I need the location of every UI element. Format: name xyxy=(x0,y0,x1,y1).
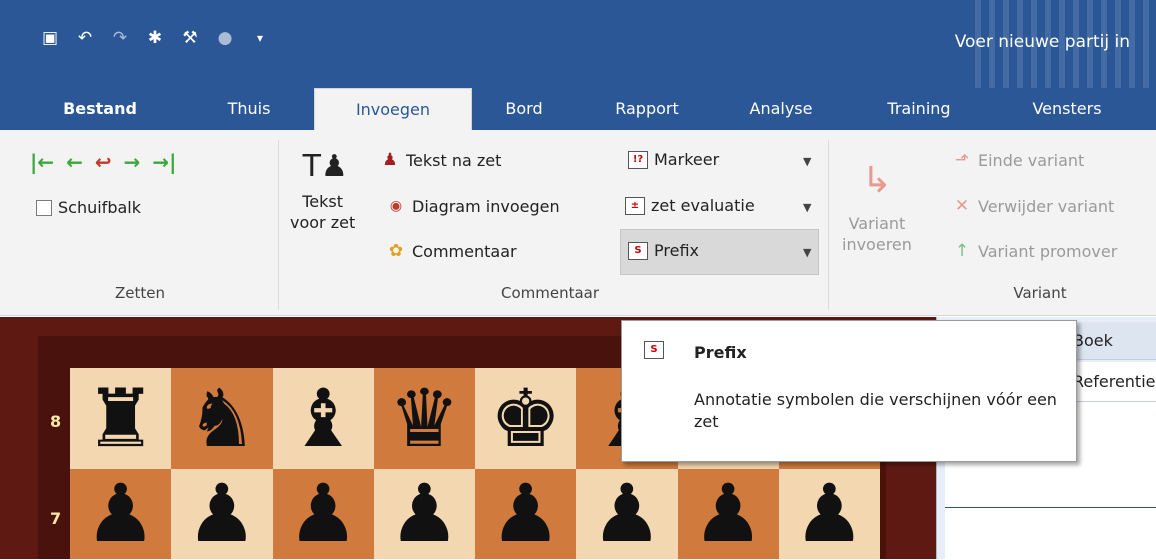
tab-bestand[interactable]: Bestand xyxy=(52,88,148,130)
pawn-text-after-icon: ♟ xyxy=(382,150,398,170)
text-after-move-label: Tekst na zet xyxy=(406,150,502,170)
prefix-tooltip: S Prefix Annotatie symbolen die verschij… xyxy=(621,320,1077,462)
prefix-dropdown-icon[interactable]: ▼ xyxy=(803,246,811,259)
comment-label: Commentaar xyxy=(412,241,517,261)
palette-icon: ✿ xyxy=(388,241,404,261)
undo-icon[interactable]: ↶ xyxy=(75,28,95,48)
move-navigation: |← ← ↩ → →| xyxy=(30,150,176,174)
prefix-icon: S xyxy=(644,341,664,359)
square-g7[interactable]: ♟ xyxy=(677,469,779,559)
prefix-icon: S xyxy=(628,241,648,260)
mark-button[interactable]: !? Markeer xyxy=(628,150,719,169)
insert-variant-button[interactable]: ↳ Variant invoeren xyxy=(842,150,912,254)
ribbon-panel: |← ← ↩ → →| Schuifbalk Zetten T♟ Tekst v… xyxy=(0,130,1156,316)
square-e7[interactable]: ♟ xyxy=(475,469,577,559)
square-b8[interactable]: ♞ xyxy=(171,368,273,469)
square-b7[interactable]: ♟ xyxy=(171,469,273,559)
comment-button[interactable]: ✿ Commentaar xyxy=(386,241,517,261)
square-c7[interactable]: ♟ xyxy=(272,469,374,559)
promote-variant-label: Variant promover xyxy=(978,241,1118,261)
group-separator xyxy=(828,140,829,310)
redo-icon[interactable]: ↷ xyxy=(110,28,130,48)
end-variant-button[interactable]: ⬏ Einde variant xyxy=(952,150,1084,170)
text-before-move-line1: Tekst xyxy=(302,192,343,211)
quick-access-toolbar: ▣ ↶ ↷ ✱ ⚒ ● ▾ xyxy=(40,28,270,48)
ribbon-tabs: Bestand Thuis Invoegen Bord Rapport Anal… xyxy=(0,88,1156,130)
evaluation-dropdown-icon[interactable]: ▼ xyxy=(803,201,811,214)
end-variant-icon: ⬏ xyxy=(954,150,970,170)
square-d8[interactable]: ♛ xyxy=(373,368,475,469)
square-c8[interactable]: ♝ xyxy=(272,368,374,469)
next-move-icon[interactable]: → xyxy=(124,150,141,174)
engine-icon[interactable]: ✱ xyxy=(145,28,165,48)
rank-label-8: 8 xyxy=(50,412,62,431)
tools-icon[interactable]: ⚒ xyxy=(180,28,200,48)
group-label-commentaar: Commentaar xyxy=(500,284,600,302)
tab-invoegen[interactable]: Invoegen xyxy=(314,88,472,130)
text-before-move-button[interactable]: T♟ Tekst voor zet xyxy=(290,144,355,232)
group-label-variant: Variant xyxy=(1013,284,1067,302)
tab-bord[interactable]: Bord xyxy=(485,88,563,130)
pawn-text-icon: T♟ xyxy=(302,149,348,184)
group-separator xyxy=(278,140,279,310)
delete-variant-icon: ✕ xyxy=(954,196,970,216)
square-d7[interactable]: ♟ xyxy=(373,469,475,559)
square-a7[interactable]: ♟ xyxy=(70,469,172,559)
tab-thuis[interactable]: Thuis xyxy=(210,88,288,130)
scrollbar-checkbox[interactable]: Schuifbalk xyxy=(36,198,141,217)
square-f7[interactable]: ♟ xyxy=(576,469,678,559)
diagram-icon: ◉ xyxy=(389,198,403,214)
first-move-icon[interactable]: |← xyxy=(30,150,54,174)
insert-variant-line2: invoeren xyxy=(842,235,912,254)
save-icon[interactable]: ▣ xyxy=(40,28,60,48)
move-evaluation-button[interactable]: ± zet evaluatie xyxy=(625,196,755,215)
tab-rapport[interactable]: Rapport xyxy=(597,88,697,130)
delete-variant-label: Verwijder variant xyxy=(978,196,1115,216)
delete-variant-button[interactable]: ✕ Verwijder variant xyxy=(952,196,1114,216)
insert-diagram-button[interactable]: ◉ Diagram invoegen xyxy=(386,196,560,216)
tab-training[interactable]: Training xyxy=(864,88,974,130)
mark-icon: !? xyxy=(628,150,648,169)
tooltip-description: Annotatie symbolen die verschijnen vóór … xyxy=(694,390,1057,431)
customize-icon[interactable]: ▾ xyxy=(250,28,270,48)
mark-dropdown-icon[interactable]: ▼ xyxy=(803,155,811,168)
take-back-icon[interactable]: ↩ xyxy=(95,150,112,174)
tooltip-title: Prefix xyxy=(694,343,747,362)
tab-vensters[interactable]: Vensters xyxy=(1012,88,1122,130)
text-before-move-line2: voor zet xyxy=(290,213,356,232)
promote-variant-button[interactable]: ↑ Variant promover xyxy=(952,241,1117,261)
last-move-icon[interactable]: →| xyxy=(152,150,176,174)
title-bar: ▣ ↶ ↷ ✱ ⚒ ● ▾ Voer nieuwe partij in xyxy=(0,0,1156,88)
checkbox-icon[interactable] xyxy=(36,199,52,216)
panel-divider xyxy=(945,507,1156,508)
insert-diagram-label: Diagram invoegen xyxy=(412,196,560,216)
end-variant-label: Einde variant xyxy=(978,150,1085,170)
previous-move-icon[interactable]: ← xyxy=(66,150,83,174)
square-e8[interactable]: ♚ xyxy=(475,368,577,469)
insert-variant-line1: Variant xyxy=(848,214,906,233)
scrollbar-label: Schuifbalk xyxy=(58,198,141,217)
text-after-move-button[interactable]: ♟ Tekst na zet xyxy=(380,150,501,170)
prefix-label: Prefix xyxy=(654,241,699,260)
group-label-zetten: Zetten xyxy=(114,284,165,302)
prefix-button[interactable]: S Prefix xyxy=(628,241,699,260)
window-title: Voer nieuwe partij in xyxy=(954,32,1130,52)
square-h7[interactable]: ♟ xyxy=(778,469,880,559)
variant-arrow-icon: ↳ xyxy=(861,160,893,201)
rank-label-7: 7 xyxy=(50,509,62,528)
square-a8[interactable]: ♜ xyxy=(70,368,172,469)
bulb-icon[interactable]: ● xyxy=(215,28,235,48)
move-evaluation-label: zet evaluatie xyxy=(651,196,755,215)
mark-label: Markeer xyxy=(654,150,720,169)
promote-variant-icon: ↑ xyxy=(954,241,970,261)
tab-analyse[interactable]: Analyse xyxy=(731,88,831,130)
evaluation-icon: ± xyxy=(625,196,645,215)
